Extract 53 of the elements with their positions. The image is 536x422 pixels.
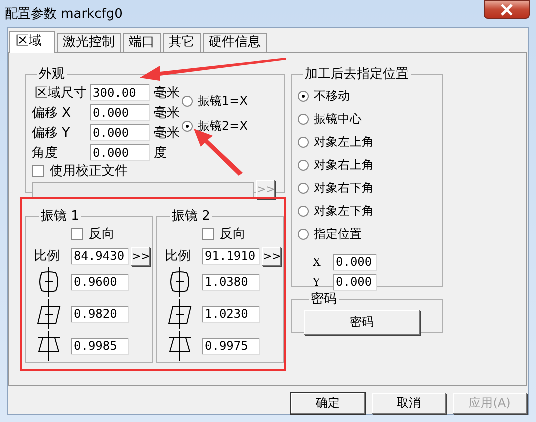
unit-label: 毫米 <box>154 84 181 102</box>
password-button[interactable]: 密码 <box>304 310 420 335</box>
input-field[interactable]: 0.000 <box>90 144 150 161</box>
radio-option[interactable]: 振镜2=X <box>182 118 248 135</box>
input-field[interactable]: 84.9430 <box>71 248 129 264</box>
scale-label: 比例 <box>34 248 61 265</box>
radio-option[interactable]: 对象右上角 <box>298 154 442 177</box>
unit-label: 毫米 <box>154 124 181 142</box>
input-field[interactable]: 0.000 <box>333 254 377 270</box>
tab[interactable]: 其它 <box>163 33 201 52</box>
field-label: 偏移 Y <box>32 124 72 142</box>
input-field[interactable]: 1.0230 <box>202 306 260 322</box>
radio-option[interactable]: 指定位置 <box>298 223 442 246</box>
tab[interactable]: 区域 <box>9 31 55 53</box>
tab[interactable]: 端口 <box>123 33 161 52</box>
input-field[interactable]: 0.000 <box>90 124 150 141</box>
input-field[interactable]: 1.0380 <box>202 274 260 290</box>
input-field[interactable]: 0.9985 <box>71 338 129 354</box>
radio-option[interactable]: 对象左上角 <box>298 131 442 154</box>
group-title: 加工后去指定位置 <box>304 66 410 83</box>
input-field[interactable]: 0.9820 <box>71 306 129 322</box>
dialog-button[interactable]: 确定 <box>291 393 365 414</box>
group-title: 振镜 1 <box>40 208 80 225</box>
input-field[interactable]: 0.9600 <box>71 274 129 290</box>
radio-option[interactable]: 对象右下角 <box>298 177 442 200</box>
y-label: Y <box>313 276 322 288</box>
field-label: 角度 <box>32 144 59 162</box>
scale-button[interactable]: >> <box>262 246 281 266</box>
radio-option[interactable]: 振镜1=X <box>182 93 248 110</box>
unit-label: 度 <box>154 144 168 162</box>
input-field[interactable]: 0.9975 <box>202 338 260 354</box>
x-label: X <box>313 256 322 268</box>
unit-label: 毫米 <box>154 104 181 122</box>
input-field[interactable]: 0.000 <box>90 104 150 121</box>
input-field[interactable]: 91.1910 <box>202 248 260 264</box>
scale-label: 比例 <box>165 248 192 265</box>
input-field[interactable]: 300.00 <box>90 84 150 101</box>
scale-button[interactable]: >> <box>131 246 150 266</box>
radio-option[interactable]: 对象左下角 <box>298 200 442 223</box>
group-title: 密码 <box>310 291 338 308</box>
checkbox-option[interactable]: 反向 <box>71 225 152 243</box>
radio-option[interactable]: 振镜中心 <box>298 108 442 131</box>
window-title: 配置参数 markcfg0 <box>5 6 123 22</box>
dialog-button[interactable]: 取消 <box>372 393 446 414</box>
group-title: 振镜 2 <box>171 208 212 225</box>
tab[interactable]: 硬件信息 <box>203 33 267 52</box>
field-label: 偏移 X <box>32 104 72 122</box>
input-field[interactable]: 0.000 <box>333 274 377 290</box>
group-title: 外观 <box>38 66 66 83</box>
checkbox-option[interactable]: 反向 <box>202 225 283 243</box>
tab[interactable]: 激光控制 <box>57 33 121 52</box>
radio-option[interactable]: 不移动 <box>298 85 442 108</box>
field-label: 区域尺寸 <box>34 84 88 102</box>
